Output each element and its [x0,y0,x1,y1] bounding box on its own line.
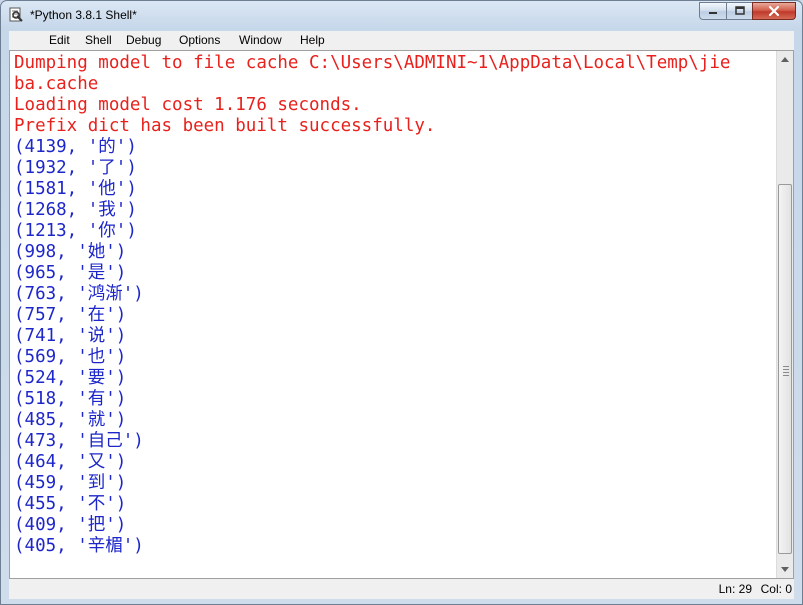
shell-text[interactable]: Dumping model to file cache C:\Users\ADM… [14,53,770,557]
shell-line: (4139, '的') [14,137,137,157]
shell-line: ba.cache [14,74,99,94]
shell-line: (1581, '他') [14,179,137,199]
vertical-scrollbar[interactable] [776,51,793,578]
shell-line: (741, '说') [14,326,127,346]
line-number-status: Ln: 29 [718,582,752,596]
shell-line: (569, '也') [14,347,127,367]
shell-line: (455, '不') [14,494,127,514]
shell-line: (485, '就') [14,410,127,430]
menu-help[interactable]: Help [300,33,325,47]
window-title: *Python 3.8.1 Shell* [30,8,137,22]
shell-line: (473, '自己') [14,431,144,451]
shell-line: (464, '又') [14,452,127,472]
thumb-grip [783,366,789,378]
maximize-icon [734,6,745,15]
python-idle-icon [8,7,24,23]
shell-line: (1268, '我') [14,200,137,220]
shell-line: (409, '把') [14,515,127,535]
menu-edit[interactable]: Edit [49,33,70,47]
shell-line: Dumping model to file cache C:\Users\ADM… [14,53,731,73]
shell-line: (965, '是') [14,263,127,283]
shell-line: (998, '她') [14,242,127,262]
arrow-down-icon [781,567,789,572]
close-button[interactable] [752,2,796,20]
shell-line: (405, '辛楣') [14,536,144,556]
shell-line: (518, '有') [14,389,127,409]
menu-window[interactable]: Window [239,33,282,47]
menu-shell[interactable]: Shell [85,33,112,47]
shell-line: (1932, '了') [14,158,137,178]
scroll-up-button[interactable] [777,51,793,68]
window-controls [699,2,796,21]
shell-line: Prefix dict has been built successfully. [14,116,436,136]
close-icon [768,5,780,17]
status-bar: Ln: 29 Col: 0 [9,579,794,599]
menu-debug[interactable]: Debug [126,33,161,47]
scroll-down-button[interactable] [777,561,793,578]
menu-options[interactable]: Options [179,33,220,47]
minimize-button[interactable] [699,2,726,20]
title-bar[interactable]: *Python 3.8.1 Shell* [1,1,802,30]
maximize-button[interactable] [726,2,752,20]
shell-line: (1213, '你') [14,221,137,241]
arrow-up-icon [781,57,789,62]
scrollbar-thumb[interactable] [778,184,792,554]
shell-line: (757, '在') [14,305,127,325]
shell-output-area[interactable]: Dumping model to file cache C:\Users\ADM… [9,50,794,579]
shell-line: Loading model cost 1.176 seconds. [14,95,362,115]
shell-line: (763, '鸿渐') [14,284,144,304]
shell-line: (459, '到') [14,473,127,493]
shell-line: (524, '要') [14,368,127,388]
minimize-icon [709,12,717,14]
column-number-status: Col: 0 [760,582,792,596]
idle-shell-window: *Python 3.8.1 Shell* Edit Shell Debug Op… [0,0,803,605]
menu-bar: Edit Shell Debug Options Window Help [9,31,794,50]
